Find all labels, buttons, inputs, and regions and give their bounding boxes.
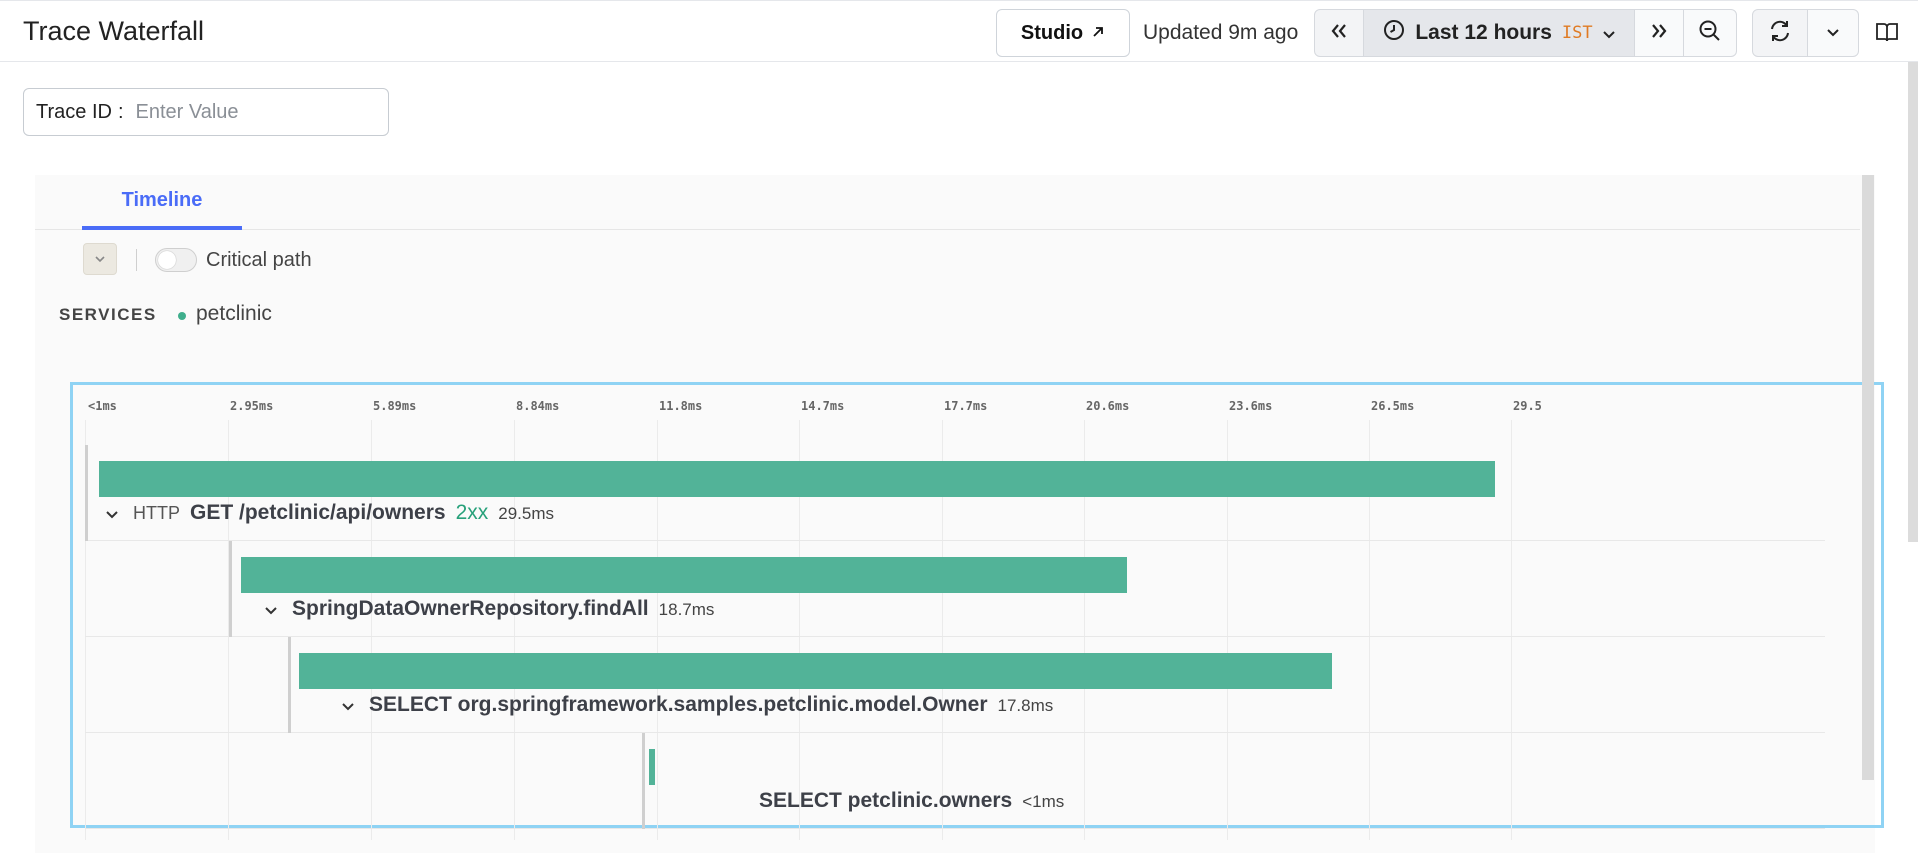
services-label: SERVICES <box>59 305 157 324</box>
previous-range-button[interactable] <box>1314 9 1364 57</box>
trace-id-input[interactable] <box>135 100 376 124</box>
book-open-icon <box>1875 21 1899 48</box>
span-bar[interactable] <box>649 749 655 785</box>
timezone-label: IST <box>1561 23 1593 43</box>
span-label: SELECT org.springframework.samples.petcl… <box>337 693 1053 718</box>
span-row[interactable]: SELECT org.springframework.samples.petcl… <box>85 637 1825 733</box>
time-range-label: Last 12 hours <box>1415 21 1552 44</box>
span-duration: <1ms <box>1022 792 1065 811</box>
chevron-down-icon <box>1602 21 1615 45</box>
double-chevron-left-icon <box>1330 23 1348 44</box>
page-scrollbar[interactable] <box>1908 62 1918 542</box>
refresh-options-button[interactable] <box>1807 9 1859 57</box>
next-range-button[interactable] <box>1634 9 1684 57</box>
chevron-down-icon[interactable] <box>260 600 282 622</box>
span-name: SELECT org.springframework.samples.petcl… <box>369 693 988 716</box>
span-name: GET /petclinic/api/owners <box>190 501 446 524</box>
tick-label: 5.89ms <box>373 399 417 413</box>
span-name: SELECT petclinic.owners <box>759 789 1013 812</box>
critical-path-label: Critical path <box>206 249 312 271</box>
span-depth-line <box>229 541 232 637</box>
page-title: Trace Waterfall <box>23 16 205 46</box>
time-range-picker[interactable]: Last 12 hours IST <box>1363 9 1635 57</box>
critical-path-toggle[interactable] <box>155 248 197 272</box>
tick-label: 20.6ms <box>1086 399 1130 413</box>
span-row[interactable]: HTTP GET /petclinic/api/owners 2xx 29.5m… <box>85 445 1825 541</box>
span-bar[interactable] <box>299 653 1332 689</box>
external-link-icon <box>1091 22 1105 45</box>
span-row[interactable]: SELECT petclinic.owners <1ms <box>85 733 1825 829</box>
span-row[interactable]: SpringDataOwnerRepository.findAll 18.7ms <box>85 541 1825 637</box>
panel-scrollbar[interactable] <box>1862 175 1874 780</box>
toggle-knob <box>158 251 176 269</box>
span-bar[interactable] <box>99 461 1495 497</box>
span-label: SpringDataOwnerRepository.findAll 18.7ms <box>260 597 714 622</box>
waterfall: <1ms 2.95ms 5.89ms 8.84ms 11.8ms 14.7ms … <box>70 382 1884 840</box>
service-color-dot <box>178 312 186 320</box>
span-depth-line <box>288 637 291 733</box>
studio-button[interactable]: Studio <box>996 9 1130 57</box>
span-label: HTTP GET /petclinic/api/owners 2xx 29.5m… <box>101 501 554 526</box>
tick-label: <1ms <box>88 399 117 413</box>
top-bar: Trace Waterfall Studio Updated 9m ago La… <box>0 0 1918 62</box>
docs-button[interactable] <box>1872 19 1902 49</box>
double-chevron-right-icon <box>1650 23 1668 44</box>
updated-text: Updated 9m ago <box>1143 21 1299 44</box>
span-label: SELECT petclinic.owners <1ms <box>759 789 1064 813</box>
chevron-down-icon <box>95 250 105 268</box>
trace-panel: Timeline Critical path SERVICES petclini… <box>35 175 1884 853</box>
trace-id-label: Trace ID: <box>36 100 124 123</box>
span-name: SpringDataOwnerRepository.findAll <box>292 597 649 620</box>
span-duration: 18.7ms <box>658 600 715 619</box>
tick-label: 2.95ms <box>230 399 274 413</box>
divider <box>136 249 137 271</box>
clock-icon <box>1383 19 1405 47</box>
chevron-down-icon <box>1827 24 1839 42</box>
chevron-down-icon[interactable] <box>337 696 359 718</box>
service-petclinic[interactable]: petclinic <box>196 302 272 326</box>
tab-bar: Timeline <box>35 175 1860 230</box>
span-duration: 29.5ms <box>498 504 554 523</box>
trace-id-field[interactable]: Trace ID: <box>23 88 389 136</box>
tick-label: 26.5ms <box>1371 399 1415 413</box>
tick-label: 29.5 <box>1513 399 1542 413</box>
studio-label: Studio <box>1020 21 1084 44</box>
zoom-out-button[interactable] <box>1683 9 1737 57</box>
span-depth-line <box>642 733 645 829</box>
span-kind: HTTP <box>133 503 180 523</box>
tick-label: 14.7ms <box>801 399 845 413</box>
refresh-button[interactable] <box>1752 9 1808 57</box>
tick-label: 11.8ms <box>659 399 703 413</box>
span-status: 2xx <box>455 501 489 524</box>
span-depth-line <box>85 445 88 541</box>
tab-timeline[interactable]: Timeline <box>82 175 242 230</box>
span-bar[interactable] <box>241 557 1127 593</box>
span-duration: 17.8ms <box>997 696 1054 715</box>
tick-label: 17.7ms <box>944 399 988 413</box>
chevron-down-icon[interactable] <box>101 504 123 526</box>
tick-label: 23.6ms <box>1229 399 1273 413</box>
tick-label: 8.84ms <box>516 399 560 413</box>
collapse-all-button[interactable] <box>83 243 117 275</box>
zoom-out-icon <box>1698 19 1722 48</box>
refresh-icon <box>1768 19 1792 48</box>
